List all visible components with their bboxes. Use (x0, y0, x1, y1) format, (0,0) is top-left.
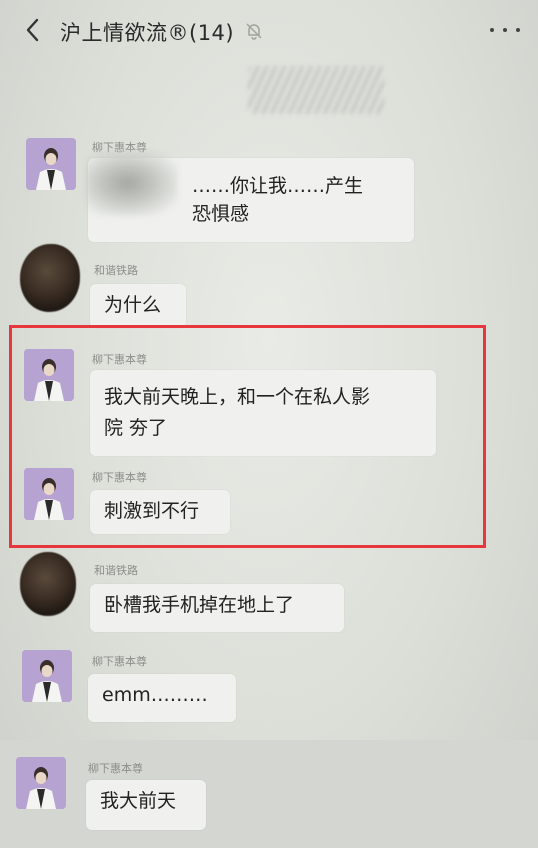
message-bubble[interactable]: 我大前天 (86, 780, 206, 830)
sender-name: 柳下惠本尊 (92, 655, 147, 668)
chat-title: 沪上情欲流®(14) (60, 21, 235, 45)
more-dots-icon[interactable] (490, 20, 520, 40)
highlight-box (9, 325, 486, 548)
message-text: 为什么 (104, 294, 162, 316)
message-bubble[interactable]: emm……… (88, 674, 236, 722)
blurred-content (86, 150, 178, 216)
blurred-image-message[interactable] (248, 66, 384, 114)
chat-screen: 沪上情欲流®(14) 柳下惠本尊 ……你让我……产生 恐惧感 和谐铁路 为什么 (0, 0, 538, 848)
message-text: 我大前天 (100, 790, 177, 812)
sender-name: 柳下惠本尊 (88, 762, 143, 775)
avatar[interactable] (16, 757, 66, 809)
message-bubble[interactable]: 卧槽我手机掉在地上了 (90, 584, 344, 632)
message-text: emm……… (102, 684, 208, 706)
bell-mute-icon (246, 22, 262, 40)
avatar[interactable] (22, 650, 72, 702)
message-text-line: 恐惧感 (192, 203, 250, 225)
avatar[interactable] (20, 244, 80, 312)
avatar[interactable] (20, 552, 76, 616)
sender-name: 和谐铁路 (94, 564, 138, 577)
lower-band (0, 740, 538, 848)
chevron-left-icon[interactable] (20, 16, 44, 44)
message-text-line: ……你让我……产生 (192, 175, 364, 197)
sender-name: 和谐铁路 (94, 264, 138, 277)
avatar[interactable] (26, 138, 76, 190)
chat-header: 沪上情欲流®(14) (0, 0, 538, 62)
message-bubble[interactable]: 为什么 (90, 284, 186, 328)
message-text: 卧槽我手机掉在地上了 (104, 594, 295, 616)
